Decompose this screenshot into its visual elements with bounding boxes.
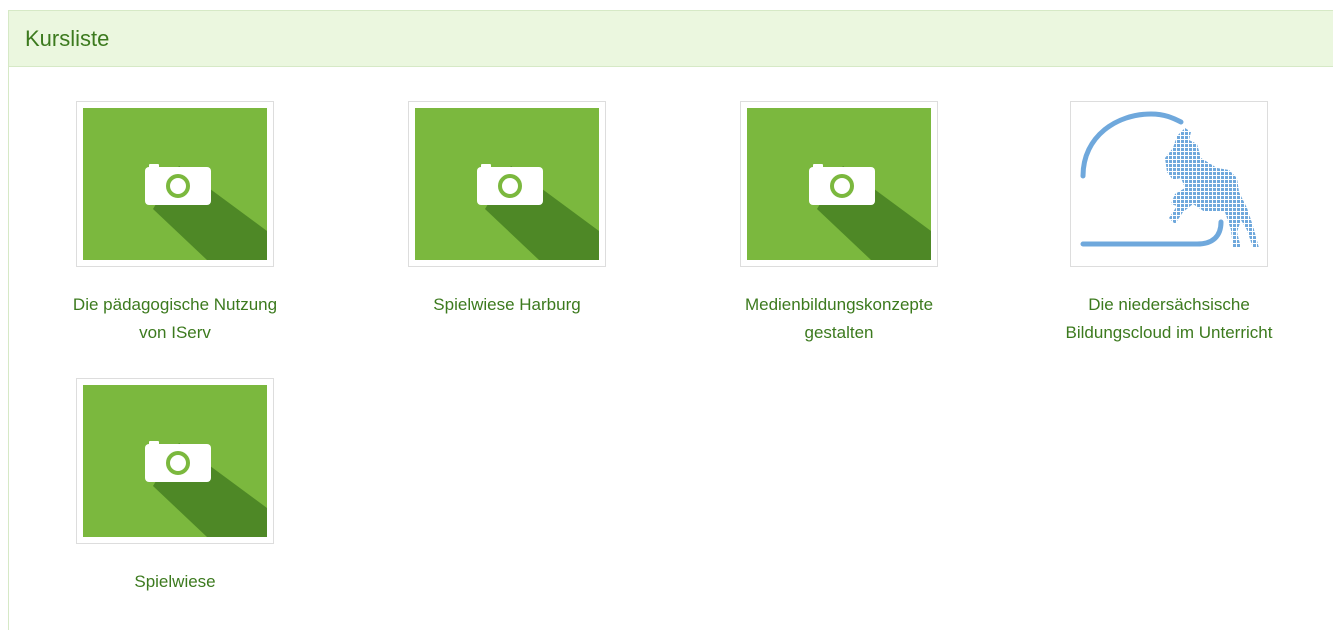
- camera-placeholder-icon: [415, 108, 599, 260]
- course-tile[interactable]: Die pädagogische Nutzung von IServ: [15, 101, 335, 347]
- course-name[interactable]: Die niedersächsische Bildungscloud im Un…: [1009, 291, 1329, 347]
- course-name-line: Bildungscloud im Unterricht: [1065, 323, 1273, 342]
- course-thumbnail[interactable]: [1070, 101, 1268, 267]
- course-name-line: gestalten: [804, 323, 874, 342]
- course-tile[interactable]: Die niedersächsische Bildungscloud im Un…: [1009, 101, 1329, 347]
- course-tile[interactable]: Spielwiese Harburg: [347, 101, 667, 319]
- course-name-line: von IServ: [139, 323, 211, 342]
- course-thumbnail[interactable]: [408, 101, 606, 267]
- course-thumbnail[interactable]: [740, 101, 938, 267]
- course-thumbnail[interactable]: [76, 378, 274, 544]
- course-thumbnail[interactable]: [76, 101, 274, 267]
- camera-placeholder-icon: [747, 108, 931, 260]
- course-name-line: Die niedersächsische: [1088, 295, 1250, 314]
- course-name-line: Medienbildungskonzepte: [744, 295, 934, 314]
- course-name[interactable]: Die pädagogische Nutzung von IServ: [15, 291, 335, 347]
- camera-placeholder-icon: [83, 108, 267, 260]
- course-tile[interactable]: Medienbildungskonzepte gestalten: [679, 101, 999, 347]
- course-name[interactable]: Spielwiese Harburg: [347, 291, 667, 319]
- course-name[interactable]: Medienbildungskonzepte gestalten: [679, 291, 999, 347]
- panel-title: Kursliste: [25, 25, 110, 51]
- nbc-logo: [1077, 108, 1261, 260]
- course-name-line: Spielwiese: [134, 572, 216, 591]
- course-name-line: Spielwiese Harburg: [433, 295, 581, 314]
- course-name-line: Die pädagogische Nutzung: [72, 295, 278, 314]
- camera-placeholder-icon: [83, 385, 267, 537]
- panel-heading: Kursliste: [9, 11, 1333, 67]
- course-list-panel: Kursliste Die pädagogische Nutzung von I…: [8, 10, 1333, 630]
- course-name[interactable]: Spielwiese: [15, 568, 335, 596]
- course-tile[interactable]: Spielwiese: [15, 378, 335, 596]
